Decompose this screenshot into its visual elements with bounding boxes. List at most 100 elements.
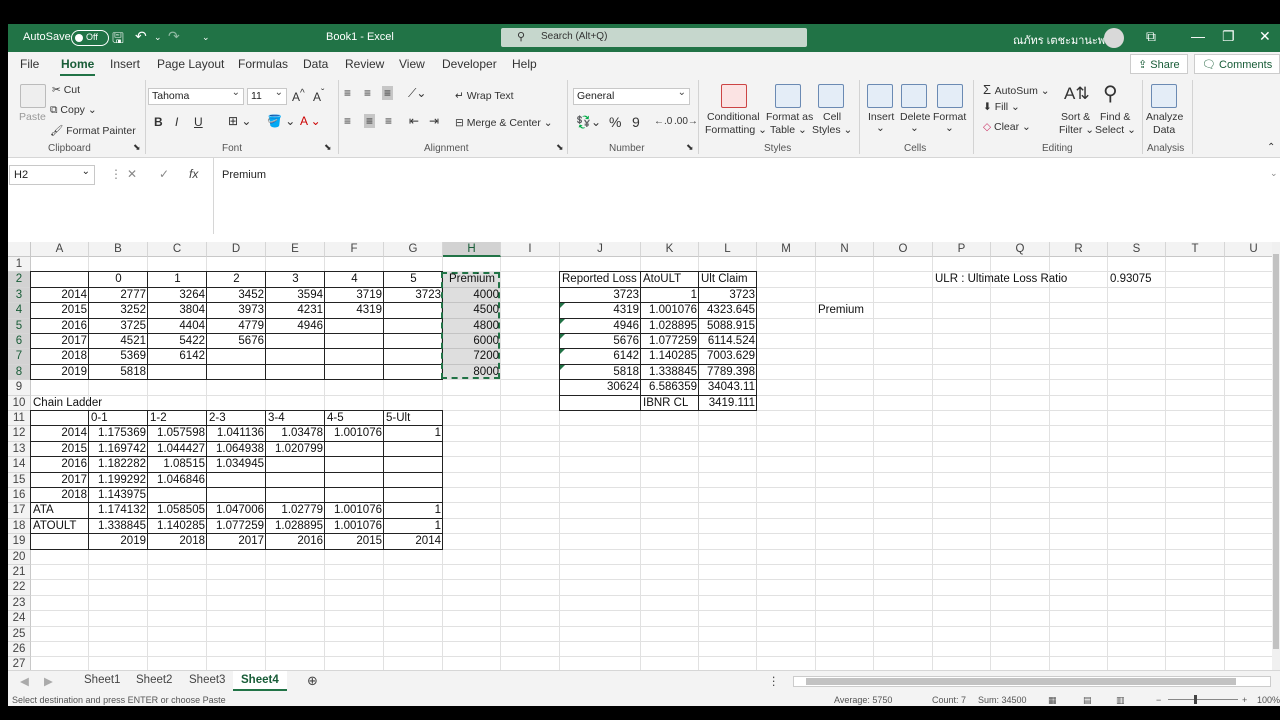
comma-button[interactable]: 9: [632, 114, 640, 130]
cell-f2[interactable]: 4: [325, 272, 384, 287]
add-sheet-icon[interactable]: ⊕: [307, 673, 318, 689]
restore-icon[interactable]: ❐: [1222, 28, 1235, 45]
cell-g3[interactable]: 3723: [384, 288, 443, 303]
cell-k8[interactable]: 1.338845: [641, 365, 699, 380]
cell-a4[interactable]: 2015: [31, 303, 89, 318]
row-header-26[interactable]: 26: [8, 642, 31, 658]
row-header-23[interactable]: 23: [8, 595, 31, 612]
cell-f11[interactable]: 4-5: [325, 411, 384, 426]
row-header-6[interactable]: 6: [8, 334, 31, 350]
cut-button[interactable]: ✂ Cut: [52, 84, 80, 96]
avatar[interactable]: [1104, 28, 1124, 48]
cell-d18[interactable]: 1.077259: [207, 519, 266, 534]
find-select-button[interactable]: Find &: [1100, 111, 1130, 123]
row-header-24[interactable]: 24: [8, 611, 31, 627]
autosum-button[interactable]: Σ AutoSum ⌄: [983, 82, 1050, 97]
share-button[interactable]: ⇪ Share: [1130, 54, 1188, 74]
analyze-data-button[interactable]: Analyze: [1146, 111, 1183, 123]
cell-b8[interactable]: 5818: [89, 365, 148, 380]
cancel-icon[interactable]: ✕: [127, 167, 137, 181]
zoom-level[interactable]: 100%: [1257, 695, 1280, 705]
cell-a13[interactable]: 2015: [31, 442, 89, 457]
tab-file[interactable]: File: [20, 57, 39, 71]
cell-j8[interactable]: 5818: [560, 365, 641, 380]
tab-options-icon[interactable]: ⋮: [768, 674, 780, 688]
next-sheet-icon[interactable]: ▶: [44, 674, 53, 688]
zoom-slider[interactable]: [1168, 699, 1238, 700]
tab-view[interactable]: View: [399, 57, 425, 71]
row-header-18[interactable]: 18: [8, 518, 31, 535]
row-header-22[interactable]: 22: [8, 580, 31, 596]
undo-icon[interactable]: ↶: [135, 28, 147, 45]
formula-input[interactable]: Premium: [222, 169, 266, 181]
cell-d14[interactable]: 1.034945: [207, 457, 266, 472]
cell-b2[interactable]: 0: [89, 272, 148, 287]
wrap-text-button[interactable]: ↵ Wrap Text: [455, 90, 514, 102]
increase-font-icon[interactable]: A^: [292, 88, 305, 104]
alignment-dialog-launcher-icon[interactable]: ⬊: [556, 142, 564, 153]
cell-d2[interactable]: 2: [207, 272, 266, 287]
percent-button[interactable]: %: [609, 114, 621, 130]
row-header-27[interactable]: 27: [8, 657, 31, 670]
cell-styles-button[interactable]: Cell: [823, 111, 841, 123]
name-box[interactable]: H2: [9, 165, 95, 185]
column-header-l[interactable]: L: [699, 242, 757, 257]
cell-j9[interactable]: 30624: [560, 380, 641, 395]
cell-d3[interactable]: 3452: [207, 288, 266, 303]
autosave-toggle[interactable]: Off: [71, 30, 109, 46]
error-indicator-icon[interactable]: [560, 364, 565, 370]
cell-e19[interactable]: 2016: [266, 534, 325, 549]
redo-icon[interactable]: ↷: [168, 28, 180, 45]
enter-icon[interactable]: ✓: [159, 167, 169, 181]
cell-e18[interactable]: 1.028895: [266, 519, 325, 534]
cell-l3[interactable]: 3723: [699, 288, 757, 303]
cell-b17[interactable]: 1.174132: [89, 503, 148, 518]
cell-d12[interactable]: 1.041136: [207, 426, 266, 441]
undo-dropdown-icon[interactable]: ⌄: [154, 32, 162, 43]
ribbon-display-icon[interactable]: ⧉: [1146, 28, 1156, 45]
borders-icon[interactable]: ⊞ ⌄: [228, 114, 251, 128]
increase-indent-icon[interactable]: ⇥: [429, 114, 439, 128]
error-indicator-icon[interactable]: [560, 349, 565, 355]
cell-d4[interactable]: 3973: [207, 303, 266, 318]
cell-h6[interactable]: 6000: [443, 334, 501, 349]
tab-review[interactable]: Review: [345, 57, 384, 71]
fill-color-icon[interactable]: 🪣 ⌄: [267, 114, 295, 128]
cell-d19[interactable]: 2017: [207, 534, 266, 549]
cell-p2[interactable]: ULR : Ultimate Loss Ratio: [933, 272, 1067, 287]
delete-dropdown-icon[interactable]: ⌄: [910, 122, 919, 134]
row-header-5[interactable]: 5: [8, 318, 31, 334]
align-top-icon[interactable]: ≡: [344, 86, 351, 100]
cell-h4[interactable]: 4500: [443, 303, 501, 318]
search-box[interactable]: ⚲ Search (Alt+Q): [501, 28, 807, 47]
column-header-h[interactable]: H: [443, 242, 501, 257]
row-header-8[interactable]: 8: [8, 364, 31, 381]
cell-j7[interactable]: 6142: [560, 349, 641, 364]
cell-l6[interactable]: 6114.524: [699, 334, 757, 349]
cell-l4[interactable]: 4323.645: [699, 303, 757, 318]
cell-l5[interactable]: 5088.915: [699, 319, 757, 334]
row-header-9[interactable]: 9: [8, 380, 31, 396]
cell-l10[interactable]: 3419.111: [699, 396, 757, 411]
cell-f17[interactable]: 1.001076: [325, 503, 384, 518]
cell-a14[interactable]: 2016: [31, 457, 89, 472]
insert-function-button[interactable]: fx: [189, 167, 198, 181]
cell-a8[interactable]: 2019: [31, 365, 89, 380]
row-header-16[interactable]: 16: [8, 488, 31, 504]
sort-filter-button[interactable]: Sort &: [1061, 111, 1090, 123]
orientation-icon[interactable]: ⟋⌄: [408, 86, 426, 101]
cell-g11[interactable]: 5-Ult: [384, 411, 443, 426]
error-indicator-icon[interactable]: [560, 334, 565, 339]
cell-k9[interactable]: 6.586359: [641, 380, 699, 395]
cell-h7[interactable]: 7200: [443, 349, 501, 364]
error-indicator-icon[interactable]: [560, 318, 565, 324]
cell-b15[interactable]: 1.199292: [89, 473, 148, 488]
cell-c18[interactable]: 1.140285: [148, 519, 207, 534]
cell-c14[interactable]: 1.08515: [148, 457, 207, 472]
paste-button[interactable]: Paste: [19, 111, 46, 123]
sheet-tab-sheet3[interactable]: Sheet3: [189, 674, 225, 686]
save-icon[interactable]: 🖫: [112, 28, 124, 52]
align-bottom-icon[interactable]: ≡: [382, 86, 394, 100]
row-header-19[interactable]: 19: [8, 534, 31, 550]
row-header-4[interactable]: 4: [8, 303, 31, 319]
